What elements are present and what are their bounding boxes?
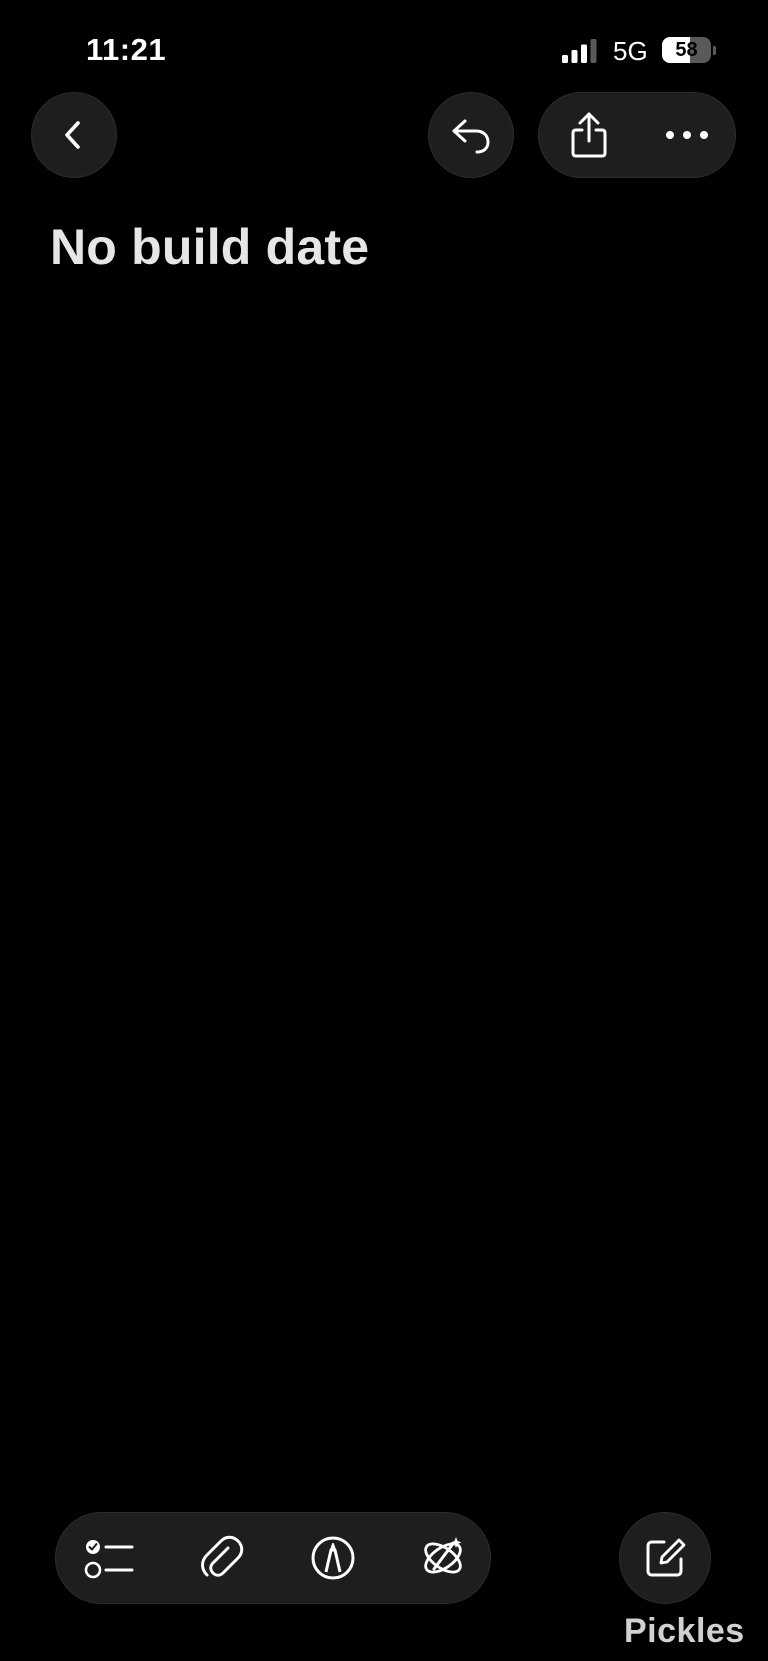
more-button[interactable] — [647, 93, 727, 177]
markup-button[interactable] — [293, 1513, 373, 1603]
share-icon — [568, 111, 610, 159]
checklist-button[interactable] — [70, 1513, 150, 1603]
pen-markup-icon — [309, 1534, 357, 1582]
compose-icon — [642, 1535, 688, 1581]
attachment-button[interactable] — [182, 1513, 262, 1603]
paperclip-icon — [200, 1534, 244, 1582]
chevron-left-icon — [57, 118, 91, 152]
bottom-toolbar — [55, 1512, 491, 1604]
share-more-group — [538, 92, 736, 178]
compose-button[interactable] — [619, 1512, 711, 1604]
ellipsis-icon — [665, 130, 709, 140]
undo-arrow-icon — [448, 115, 494, 155]
watermark: Pickles — [624, 1612, 745, 1650]
battery-percent: 58 — [675, 39, 698, 61]
share-button[interactable] — [549, 93, 629, 177]
status-time: 11:21 — [86, 32, 167, 67]
checklist-icon — [84, 1535, 136, 1581]
note-title[interactable]: No build date — [50, 218, 369, 276]
battery-icon: 58 — [662, 37, 716, 63]
undo-button[interactable] — [428, 92, 514, 178]
back-button[interactable] — [31, 92, 117, 178]
network-type: 5G — [613, 36, 648, 66]
writing-tools-button[interactable] — [403, 1513, 483, 1603]
status-bar: 11:21 5G 58 — [0, 0, 768, 100]
cellular-signal-icon — [562, 39, 600, 63]
writing-tools-icon — [418, 1533, 468, 1583]
